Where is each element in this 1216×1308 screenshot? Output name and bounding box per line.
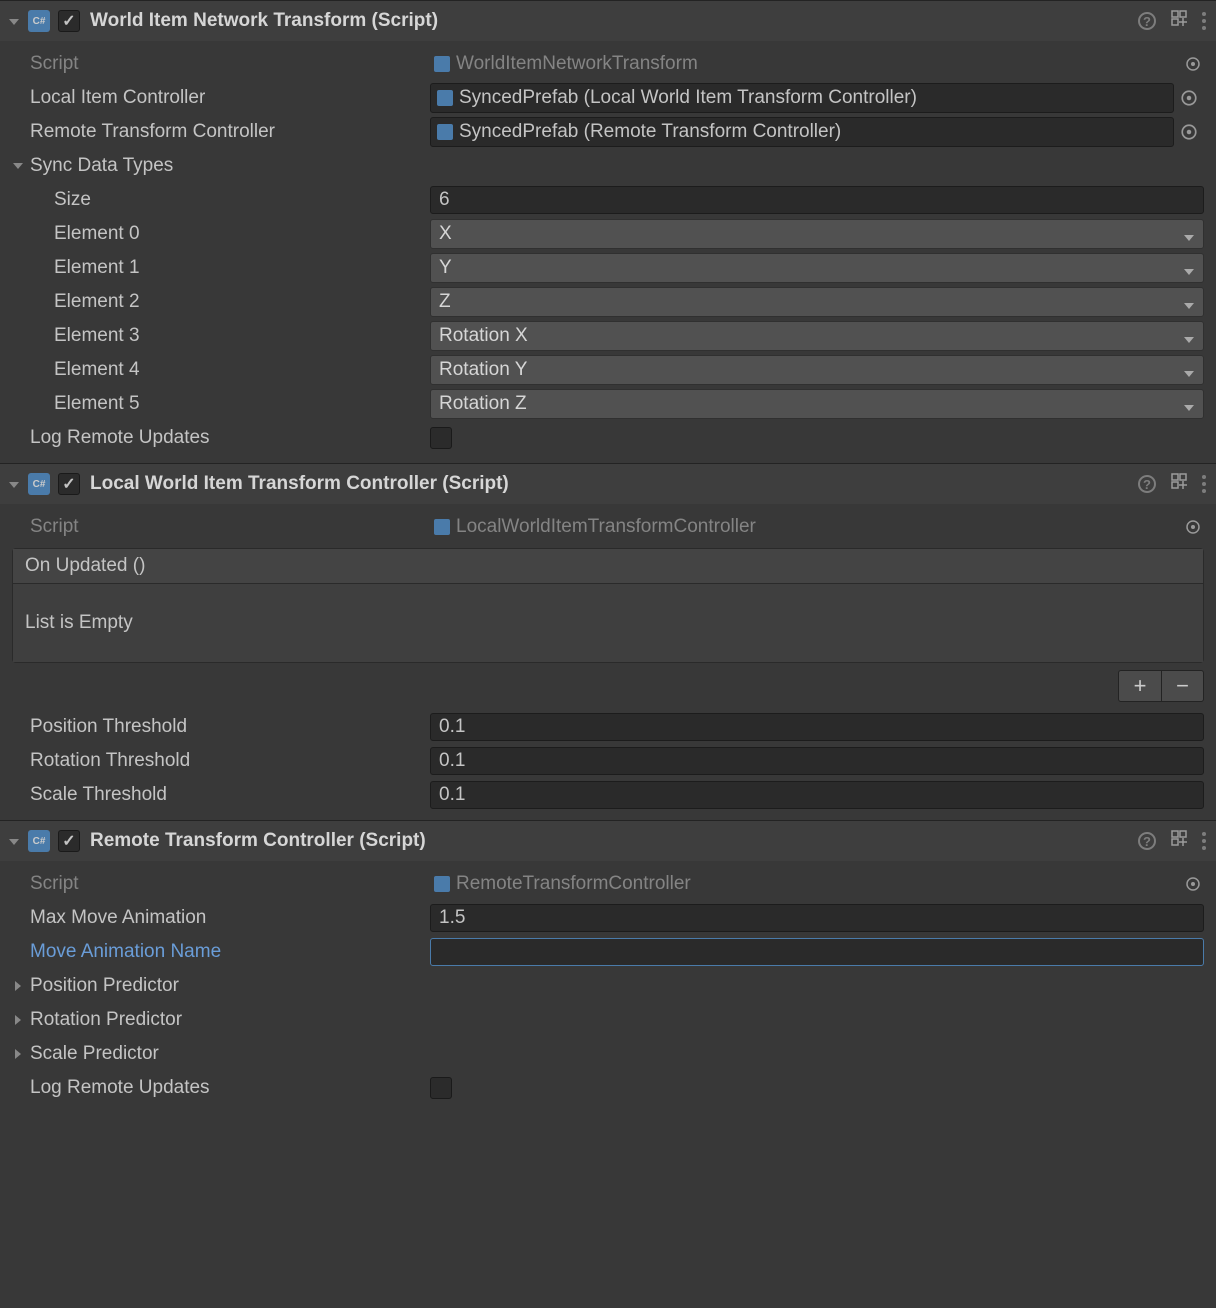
kebab-menu-icon[interactable] [1202, 475, 1206, 493]
position-predictor-label: Position Predictor [30, 975, 179, 997]
csharp-icon [434, 519, 450, 535]
element-2-dropdown[interactable]: Z [430, 287, 1204, 317]
event-header: On Updated () [13, 549, 1203, 584]
csharp-icon [437, 124, 453, 140]
component-title: World Item Network Transform (Script) [90, 10, 1138, 32]
scale-threshold-label: Scale Threshold [12, 784, 430, 806]
object-picker-icon[interactable] [1182, 516, 1204, 538]
size-input[interactable] [430, 186, 1204, 214]
foldout-toggle[interactable] [8, 834, 22, 848]
local-item-controller-label: Local Item Controller [12, 87, 430, 109]
rotation-predictor-label: Rotation Predictor [30, 1009, 182, 1031]
unity-event-box: On Updated () List is Empty [12, 548, 1204, 663]
component-header[interactable]: World Item Network Transform (Script) ? [0, 1, 1216, 41]
log-remote-updates-label: Log Remote Updates [12, 427, 430, 449]
foldout-toggle[interactable] [8, 477, 22, 491]
move-animation-name-input[interactable] [430, 938, 1204, 966]
foldout-toggle[interactable] [8, 14, 22, 28]
help-icon[interactable]: ? [1138, 832, 1156, 850]
component-remote-transform-controller: Remote Transform Controller (Script) ? S… [0, 820, 1216, 1113]
element-4-dropdown[interactable]: Rotation Y [430, 355, 1204, 385]
element-5-label: Element 5 [12, 393, 430, 415]
local-item-controller-field[interactable]: SyncedPrefab (Local World Item Transform… [430, 83, 1174, 113]
help-icon[interactable]: ? [1138, 475, 1156, 493]
script-icon [28, 473, 50, 495]
chevron-down-icon [1183, 364, 1195, 376]
foldout-arrow[interactable] [12, 1047, 26, 1061]
element-0-label: Element 0 [12, 223, 430, 245]
script-label: Script [12, 873, 430, 895]
max-move-animation-input[interactable] [430, 904, 1204, 932]
script-field: RemoteTransformController [430, 870, 1176, 898]
component-title: Remote Transform Controller (Script) [90, 830, 1138, 852]
element-1-label: Element 1 [12, 257, 430, 279]
move-animation-name-label: Move Animation Name [12, 941, 430, 963]
event-empty-text: List is Empty [13, 584, 1203, 662]
enable-checkbox[interactable] [58, 830, 80, 852]
position-threshold-label: Position Threshold [12, 716, 430, 738]
component-header[interactable]: Local World Item Transform Controller (S… [0, 464, 1216, 504]
kebab-menu-icon[interactable] [1202, 12, 1206, 30]
enable-checkbox[interactable] [58, 10, 80, 32]
remote-transform-controller-field[interactable]: SyncedPrefab (Remote Transform Controlle… [430, 117, 1174, 147]
preset-icon[interactable] [1170, 9, 1188, 33]
foldout-arrow[interactable] [12, 1013, 26, 1027]
object-picker-icon[interactable] [1174, 117, 1204, 147]
chevron-down-icon [1183, 296, 1195, 308]
element-3-label: Element 3 [12, 325, 430, 347]
element-5-dropdown[interactable]: Rotation Z [430, 389, 1204, 419]
component-world-item-network-transform: World Item Network Transform (Script) ? … [0, 0, 1216, 463]
preset-icon[interactable] [1170, 472, 1188, 496]
object-picker-icon[interactable] [1182, 53, 1204, 75]
element-2-label: Element 2 [12, 291, 430, 313]
scale-threshold-input[interactable] [430, 781, 1204, 809]
chevron-down-icon [1183, 330, 1195, 342]
size-label: Size [12, 189, 430, 211]
csharp-icon [434, 56, 450, 72]
script-label: Script [12, 53, 430, 75]
rotation-threshold-input[interactable] [430, 747, 1204, 775]
remote-transform-controller-label: Remote Transform Controller [12, 121, 430, 143]
remove-event-button[interactable]: − [1161, 671, 1203, 701]
object-picker-icon[interactable] [1174, 83, 1204, 113]
element-4-label: Element 4 [12, 359, 430, 381]
max-move-animation-label: Max Move Animation [12, 907, 430, 929]
scale-predictor-label: Scale Predictor [30, 1043, 159, 1065]
component-header[interactable]: Remote Transform Controller (Script) ? [0, 821, 1216, 861]
log-remote-updates-checkbox[interactable] [430, 427, 452, 449]
chevron-down-icon [1183, 262, 1195, 274]
csharp-icon [437, 90, 453, 106]
script-field: LocalWorldItemTransformController [430, 513, 1176, 541]
chevron-down-icon [1183, 398, 1195, 410]
rotation-threshold-label: Rotation Threshold [12, 750, 430, 772]
element-0-dropdown[interactable]: X [430, 219, 1204, 249]
script-icon [28, 830, 50, 852]
element-3-dropdown[interactable]: Rotation X [430, 321, 1204, 351]
foldout-arrow[interactable] [12, 159, 26, 173]
foldout-arrow[interactable] [12, 979, 26, 993]
help-icon[interactable]: ? [1138, 12, 1156, 30]
kebab-menu-icon[interactable] [1202, 832, 1206, 850]
component-title: Local World Item Transform Controller (S… [90, 473, 1138, 495]
element-1-dropdown[interactable]: Y [430, 253, 1204, 283]
enable-checkbox[interactable] [58, 473, 80, 495]
log-remote-updates-label: Log Remote Updates [12, 1077, 430, 1099]
object-picker-icon[interactable] [1182, 873, 1204, 895]
add-event-button[interactable]: + [1119, 671, 1161, 701]
component-local-world-item-transform-controller: Local World Item Transform Controller (S… [0, 463, 1216, 820]
script-icon [28, 10, 50, 32]
script-field: WorldItemNetworkTransform [430, 50, 1176, 78]
sync-data-types-label: Sync Data Types [30, 155, 173, 177]
preset-icon[interactable] [1170, 829, 1188, 853]
chevron-down-icon [1183, 228, 1195, 240]
position-threshold-input[interactable] [430, 713, 1204, 741]
csharp-icon [434, 876, 450, 892]
script-label: Script [12, 516, 430, 538]
log-remote-updates-checkbox[interactable] [430, 1077, 452, 1099]
